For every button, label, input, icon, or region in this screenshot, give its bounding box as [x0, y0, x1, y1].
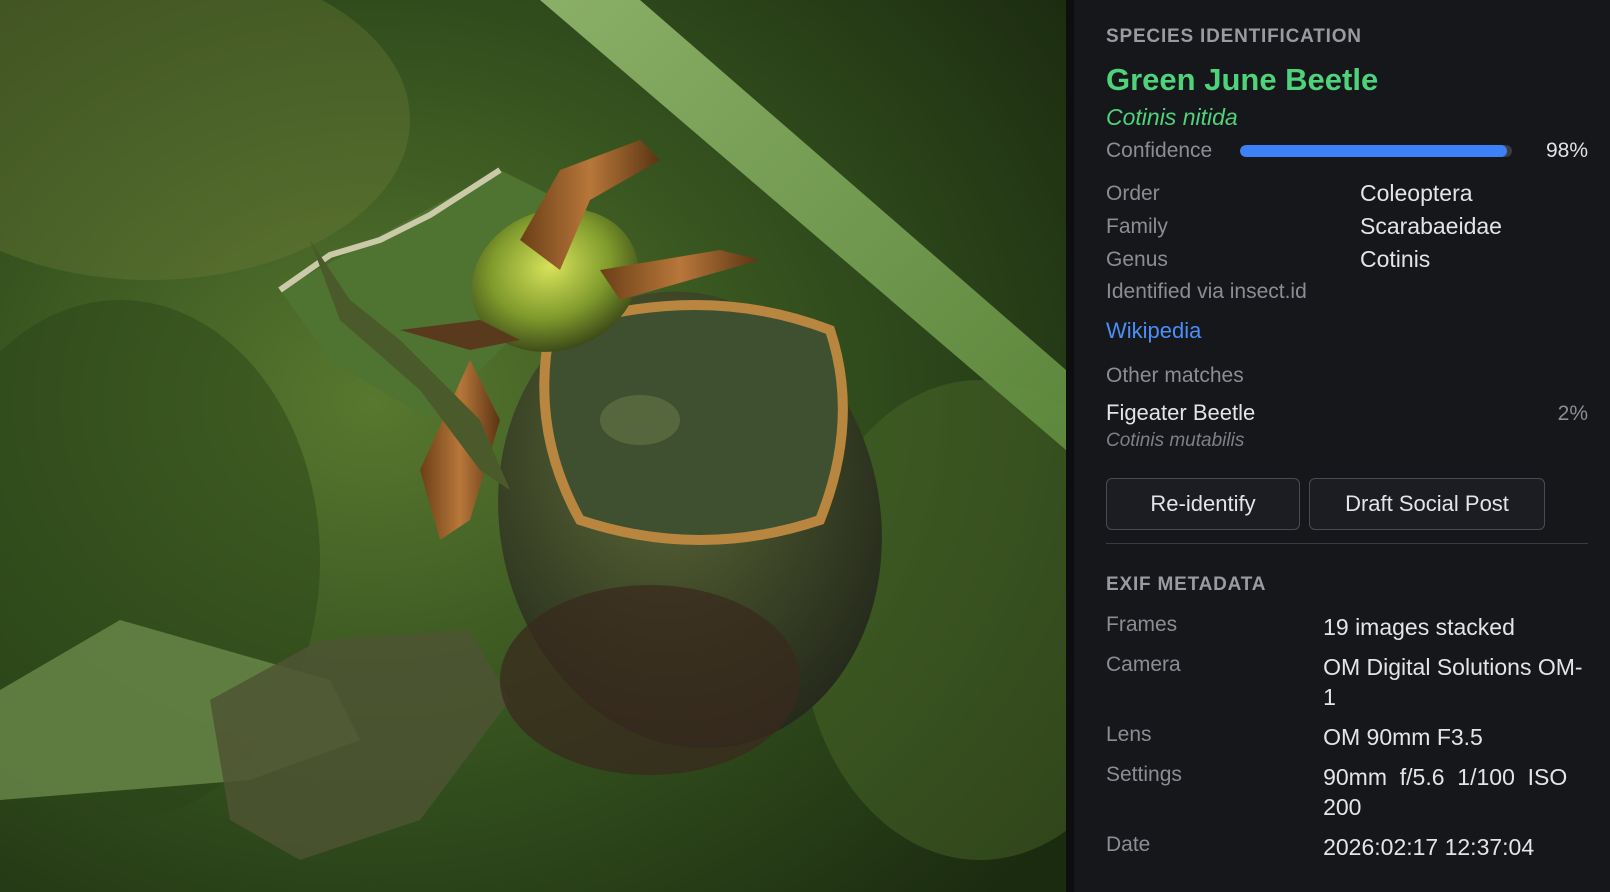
exif-key: Frames [1106, 613, 1178, 636]
exif-section-title: EXIF METADATA [1106, 574, 1267, 595]
photo-viewer[interactable] [0, 0, 1066, 892]
taxonomy-row-family: Family Scarabaeidae [1106, 210, 1588, 243]
exif-row-date: Date 2026:02:17 12:37:04 [1106, 832, 1588, 862]
section-divider [1106, 543, 1588, 544]
exif-table: Frames 19 images stacked Camera OM Digit… [1106, 612, 1588, 862]
exif-row-lens: Lens OM 90mm F3.5 [1106, 722, 1588, 752]
other-match-name: Figeater Beetle [1106, 400, 1256, 425]
common-name: Green June Beetle [1106, 62, 1379, 97]
exif-value: 19 images stacked [1323, 614, 1515, 640]
taxonomy-value: Scarabaeidae [1360, 213, 1502, 239]
exif-key: Lens [1106, 723, 1152, 746]
panel-divider[interactable] [1066, 0, 1074, 892]
confidence-value: 98% [1545, 139, 1588, 162]
taxonomy-key: Order [1106, 181, 1160, 205]
exif-value: OM Digital Solutions OM-1 [1323, 654, 1583, 710]
confidence-bar-fill [1240, 145, 1507, 157]
species-section-title: SPECIES IDENTIFICATION [1106, 26, 1362, 47]
other-match-scientific: Cotinis mutabilis [1106, 430, 1245, 451]
wikipedia-link[interactable]: Wikipedia [1106, 318, 1201, 344]
confidence-row: Confidence 98% [1106, 137, 1588, 165]
scientific-name: Cotinis nitida [1106, 104, 1238, 130]
exif-value: 2026:02:17 12:37:04 [1323, 834, 1535, 860]
app-window: SPECIES IDENTIFICATION Green June Beetle… [0, 0, 1610, 892]
exif-value: OM 90mm F3.5 [1323, 724, 1483, 750]
exif-key: Camera [1106, 653, 1181, 676]
taxonomy-row-genus: Genus Cotinis [1106, 243, 1588, 276]
reidentify-button[interactable]: Re-identify [1106, 478, 1300, 530]
identification-panel: SPECIES IDENTIFICATION Green June Beetle… [1074, 0, 1610, 892]
other-matches-title: Other matches [1106, 364, 1244, 387]
exif-row-camera: Camera OM Digital Solutions OM-1 [1106, 652, 1588, 712]
taxonomy-value: Coleoptera [1360, 180, 1473, 206]
exif-key: Settings [1106, 763, 1182, 786]
exif-row-frames: Frames 19 images stacked [1106, 612, 1588, 642]
other-match-percent: 2% [1557, 402, 1588, 425]
beetle-photo [0, 0, 1066, 892]
confidence-bar [1240, 145, 1512, 157]
draft-social-post-button[interactable]: Draft Social Post [1309, 478, 1545, 530]
taxonomy-table: Order Coleoptera Family Scarabaeidae Gen… [1106, 177, 1588, 276]
taxonomy-value: Cotinis [1360, 246, 1431, 272]
exif-key: Date [1106, 833, 1151, 856]
other-match-item[interactable]: Figeater Beetle 2% Cotinis mutabilis [1106, 400, 1588, 452]
taxonomy-key: Genus [1106, 247, 1168, 271]
action-buttons: Re-identify Draft Social Post [1106, 478, 1588, 530]
taxonomy-row-order: Order Coleoptera [1106, 177, 1588, 210]
identified-via-text: Identified via insect.id [1106, 280, 1307, 303]
exif-row-settings: Settings 90mm f/5.6 1/100 ISO 200 [1106, 762, 1588, 822]
confidence-label: Confidence [1106, 139, 1213, 162]
taxonomy-key: Family [1106, 214, 1168, 238]
exif-value: 90mm f/5.6 1/100 ISO 200 [1323, 764, 1574, 820]
